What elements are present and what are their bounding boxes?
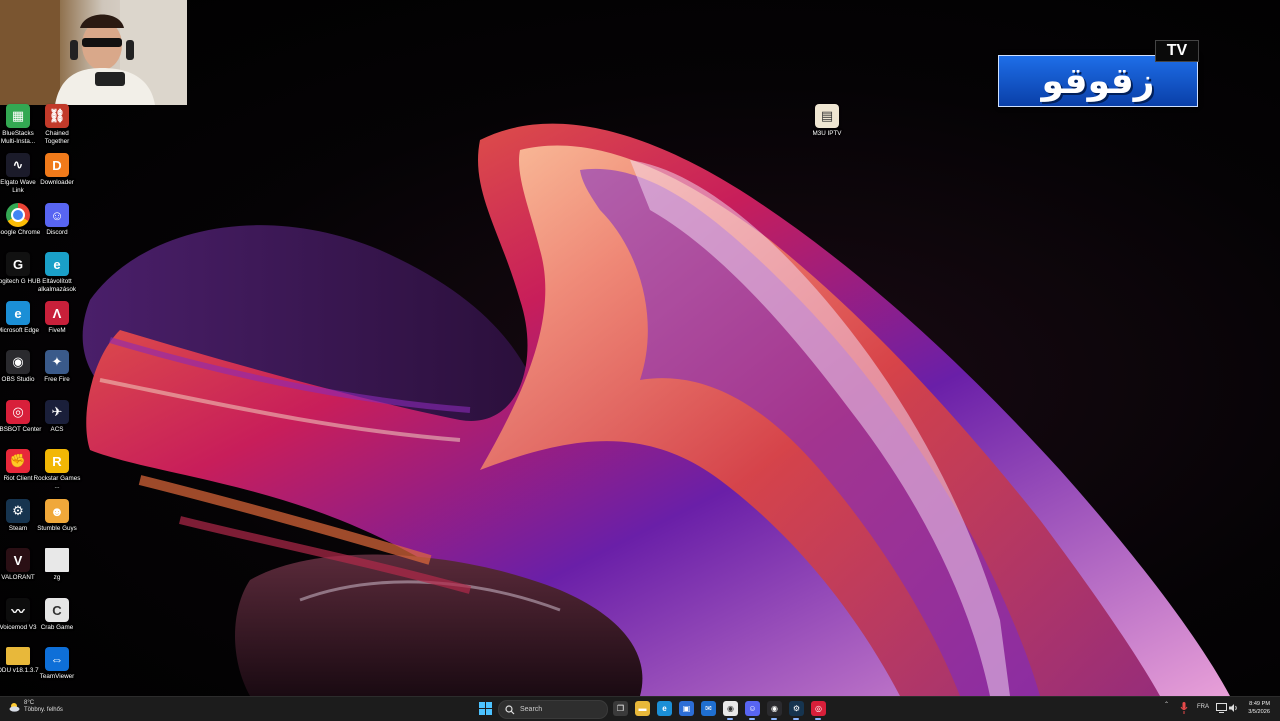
taskbar-edge-icon[interactable]: e: [657, 701, 672, 716]
clock-time: 8:49 PM: [1249, 701, 1270, 707]
acs-icon: ✈: [45, 400, 69, 424]
desktop-icon-label: Eltávolított alkalmazások: [37, 278, 77, 293]
free-fire-icon: ✦: [45, 350, 69, 374]
taskbar-chrome-icon[interactable]: ◉: [723, 701, 738, 716]
taskbar-discord-icon[interactable]: ☺: [745, 701, 760, 716]
downloader-icon: D: [45, 153, 69, 177]
voicemod-icon: 〰: [6, 598, 30, 622]
desktop-icon-label: Stumble Guys: [37, 525, 77, 532]
desktop-icon-label: Rockstar Games ...: [33, 475, 81, 490]
valorant-icon: V: [6, 548, 30, 572]
channel-logo-text: زقوقو: [1041, 60, 1155, 102]
webcam-overlay: [0, 0, 187, 105]
file-icon: [45, 548, 69, 572]
edge-icon: e: [6, 301, 30, 325]
fivem-icon: Λ: [45, 301, 69, 325]
weather-cloud-icon: [9, 703, 20, 712]
chrome-icon: [6, 203, 30, 227]
search-icon: [505, 704, 515, 714]
taskbar-microsoft-store-icon[interactable]: ▣: [679, 701, 694, 716]
taskbar-search[interactable]: Search: [498, 700, 608, 719]
stumble-guys-icon: ☻: [45, 499, 69, 523]
weather-desc: Többny. felhős: [24, 707, 63, 713]
channel-logo: زقوقو TV: [998, 40, 1199, 107]
bluestacks-icon: ▦: [6, 104, 30, 128]
desktop-icon-label: zg: [53, 574, 61, 581]
elgato-wave-link-icon: ∿: [6, 153, 30, 177]
desktop-icon-label: FiveM: [48, 327, 66, 334]
desktop-icon-label: ACS: [50, 426, 64, 433]
taskbar-obs-icon[interactable]: ◉: [767, 701, 782, 716]
obs-icon: ◉: [6, 350, 30, 374]
desktop-icon-rockstar[interactable]: R Rockstar Games ...: [33, 449, 81, 490]
desktop: زقوقو TV ▦ BlueStacks Multi-Insta... ⛓ Chai…: [0, 0, 1280, 696]
taskbar-task-view-icon[interactable]: ❐: [613, 701, 628, 716]
weather-temp: 8°C: [24, 700, 35, 706]
desktop-icon-m3u-iptv-file[interactable]: ▤ M3U IPTV: [805, 104, 849, 138]
desktop-icon-chained-together[interactable]: ⛓ Chained Together: [35, 104, 79, 145]
streamer-person: [0, 0, 187, 105]
desktop-icon-stumble-guys[interactable]: ☻ Stumble Guys: [35, 499, 79, 533]
desktop-icon-acs[interactable]: ✈ ACS: [35, 400, 79, 434]
desktop-icon-label: Discord: [46, 229, 68, 236]
clock-date: 3/5/2026: [1248, 709, 1270, 715]
desktop-icon-label: Downloader: [40, 179, 74, 186]
crab-game-icon: C: [45, 598, 69, 622]
riot-client-icon: ✊: [6, 449, 30, 473]
volume-icon[interactable]: [1229, 703, 1239, 713]
desktop-icon-free-fire[interactable]: ✦ Free Fire: [35, 350, 79, 384]
teamviewer-icon: ⇔: [45, 647, 69, 671]
desktop-icon-elgato-wave-link[interactable]: ∿ Elgato Wave Link: [0, 153, 40, 194]
taskbar: 8°C Többny. felhős Search ❐ ▬ e ▣ ✉ ◉ ☺ ◉ ⚙ ◎ ⌃ F…: [0, 696, 1280, 721]
desktop-icon-edge-folder[interactable]: e Eltávolított alkalmazások: [35, 252, 79, 293]
microphone-icon[interactable]: [1180, 702, 1188, 714]
channel-logo-box: زقوقو: [998, 55, 1198, 107]
desktop-icon-label: TeamViewer: [39, 673, 75, 680]
desktop-icon-label: Free Fire: [44, 376, 70, 383]
desktop-icon-ddu-folder[interactable]: DDU v18.1.3.7: [0, 647, 40, 675]
taskbar-mail-icon[interactable]: ✉: [701, 701, 716, 716]
desktop-icon-file[interactable]: zg: [35, 548, 79, 582]
network-icon[interactable]: [1216, 703, 1227, 713]
desktop-icon-discord[interactable]: ☺ Discord: [35, 203, 79, 237]
desktop-icon-label: Chained Together: [44, 130, 70, 145]
windows-start-icon[interactable]: [479, 702, 492, 715]
desktop-icon-fivem[interactable]: Λ FiveM: [35, 301, 79, 335]
tray-overflow-chevron-icon[interactable]: ⌃: [1164, 701, 1169, 708]
desktop-icon-downloader[interactable]: D Downloader: [35, 153, 79, 187]
steam-icon: ⚙: [6, 499, 30, 523]
desktop-icon-label: M3U IPTV: [812, 130, 842, 137]
language-indicator[interactable]: FRA: [1197, 704, 1209, 710]
taskbar-clock[interactable]: 8:49 PM 3/5/2026: [1240, 700, 1270, 716]
m3u-iptv-file-icon: ▤: [815, 104, 839, 128]
search-label: Search: [520, 706, 543, 713]
taskbar-obsbot-icon[interactable]: ◎: [811, 701, 826, 716]
discord-icon: ☺: [45, 203, 69, 227]
taskbar-steam-icon[interactable]: ⚙: [789, 701, 804, 716]
ddu-folder-icon: [6, 647, 30, 665]
rockstar-icon: R: [45, 449, 69, 473]
taskbar-file-explorer-icon[interactable]: ▬: [635, 701, 650, 716]
obsbot-icon: ◎: [6, 400, 30, 424]
edge-folder-icon: e: [45, 252, 69, 276]
logitech-ghub-icon: G: [6, 252, 30, 276]
desktop-icon-teamviewer[interactable]: ⇔ TeamViewer: [35, 647, 79, 681]
desktop-icon-crab-game[interactable]: C Crab Game: [35, 598, 79, 632]
desktop-icon-label: Crab Game: [40, 624, 74, 631]
channel-tag: TV: [1155, 40, 1199, 62]
weather-widget[interactable]: 8°C Többny. felhős: [8, 700, 63, 714]
chained-together-icon: ⛓: [45, 104, 69, 128]
